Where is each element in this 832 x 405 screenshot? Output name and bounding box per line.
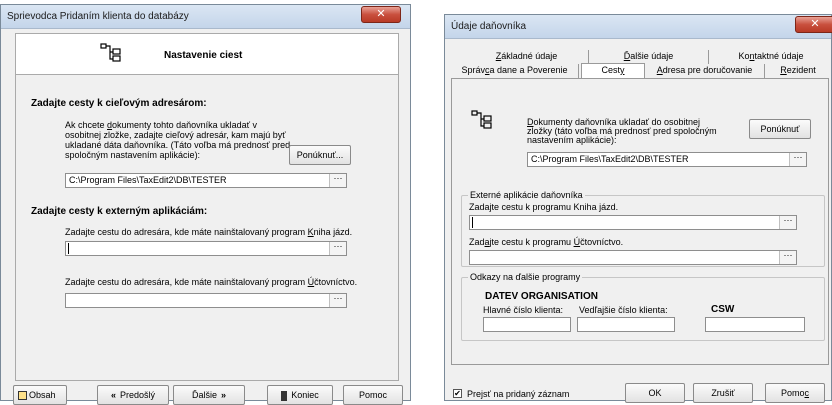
uct-path-input[interactable]: ··· bbox=[65, 293, 347, 308]
taxpayer-dialog: Údaje daňovníka ✕ Základné údaje Ďalšie … bbox=[444, 14, 832, 403]
csw-label: CSW bbox=[711, 304, 735, 315]
wizard-window: Sprievodca Pridaním klienta do databázy … bbox=[0, 4, 411, 405]
wizard-close-button[interactable]: ✕ bbox=[361, 6, 401, 23]
datev-label: DATEV ORGANISATION bbox=[485, 291, 598, 302]
tree-structure-icon bbox=[471, 109, 493, 131]
tab-resident[interactable]: Rezident bbox=[765, 64, 831, 78]
contents-button-label: Obsah bbox=[29, 390, 56, 400]
dialog-offer-button[interactable]: Ponúknuť bbox=[749, 119, 811, 139]
tab-basic-data[interactable]: Základné údaje bbox=[465, 50, 589, 64]
previous-button[interactable]: « Predošlý bbox=[97, 385, 169, 405]
browse-ellipsis-icon[interactable]: ··· bbox=[329, 294, 346, 307]
doc-text-line3: nastavením aplikácie): bbox=[527, 135, 617, 145]
wizard-title: Sprievodca Pridaním klienta do databázy bbox=[7, 11, 189, 22]
browse-ellipsis-icon[interactable]: ··· bbox=[329, 174, 346, 187]
external-section-heading: Zadajte cesty k externým aplikáciám: bbox=[31, 206, 208, 217]
tab-delivery-address[interactable]: Adresa pre doručovanie bbox=[645, 64, 765, 78]
tab-tax-admin[interactable]: Správca dane a Poverenie bbox=[451, 64, 579, 78]
previous-button-label: Predošlý bbox=[120, 390, 156, 400]
uct-path-label: Zadajte cestu do adresára, kde máte nain… bbox=[65, 277, 358, 287]
go-to-added-record-checkbox[interactable]: ✔ bbox=[453, 389, 462, 398]
sub-client-number-input[interactable] bbox=[577, 317, 675, 332]
finish-button-label: Koniec bbox=[291, 390, 319, 400]
finish-button[interactable]: Koniec bbox=[267, 385, 333, 405]
target-description-line4: spoločným nastavením aplikácie): bbox=[65, 150, 201, 160]
main-client-number-label: Hlavné číslo klienta: bbox=[483, 305, 564, 315]
dialog-close-button[interactable]: ✕ bbox=[795, 16, 832, 33]
exit-door-icon bbox=[281, 390, 288, 401]
main-client-number-input[interactable] bbox=[483, 317, 571, 332]
text-cursor bbox=[68, 243, 69, 254]
kniha-path-label: Zadajte cestu do adresára, kde máte nain… bbox=[65, 227, 353, 237]
dialog-path-input[interactable]: C:\Program Files\TaxEdit2\DB\TESTER ··· bbox=[527, 152, 807, 167]
dialog-kniha-input[interactable]: ··· bbox=[469, 215, 797, 230]
browse-ellipsis-icon[interactable]: ··· bbox=[779, 251, 796, 264]
wizard-target-path-value: C:\Program Files\TaxEdit2\DB\TESTER bbox=[69, 175, 227, 185]
dialog-titlebar: Údaje daňovníka ✕ bbox=[445, 15, 832, 39]
target-description-line2: osobitnej zložke, zadajte cieľový adresá… bbox=[65, 130, 286, 140]
book-icon bbox=[18, 391, 27, 401]
tab-contact-data[interactable]: Kontaktné údaje bbox=[709, 50, 832, 64]
cancel-button[interactable]: Zrušiť bbox=[693, 383, 753, 403]
target-description-line3: ukladané dáta daňovníka. (Táto voľba má … bbox=[65, 140, 291, 150]
dialog-help-button[interactable]: Pomoc bbox=[765, 383, 825, 403]
wizard-titlebar: Sprievodca Pridaním klienta do databázy … bbox=[1, 5, 410, 29]
tab-paths[interactable]: Cesty bbox=[581, 63, 645, 79]
target-description-line1: Ak chcete dokumenty tohto daňovníka ukla… bbox=[65, 120, 258, 130]
dialog-title: Údaje daňovníka bbox=[451, 21, 527, 32]
external-apps-group-title: Externé aplikácie daňovníka bbox=[468, 190, 585, 200]
browse-ellipsis-icon[interactable]: ··· bbox=[779, 216, 796, 229]
wizard-target-path-input[interactable]: C:\Program Files\TaxEdit2\DB\TESTER ··· bbox=[65, 173, 347, 188]
double-arrow-left-icon: « bbox=[110, 390, 116, 400]
browse-ellipsis-icon[interactable]: ··· bbox=[329, 242, 346, 255]
text-cursor bbox=[472, 217, 473, 228]
dialog-kniha-label: Zadajte cestu k programu Kniha jázd. bbox=[469, 202, 619, 212]
browse-ellipsis-icon[interactable]: ··· bbox=[789, 153, 806, 166]
wizard-help-button[interactable]: Pomoc bbox=[343, 385, 403, 405]
double-arrow-right-icon: » bbox=[221, 390, 227, 400]
wizard-header-title: Nastavenie ciest bbox=[164, 50, 243, 61]
wizard-offer-button[interactable]: Ponúknuť... bbox=[289, 145, 351, 165]
target-section-heading: Zadajte cesty k cieľovým adresárom: bbox=[31, 98, 207, 109]
kniha-path-input[interactable]: ··· bbox=[65, 241, 347, 256]
go-to-added-record-label: Prejsť na pridaný záznam bbox=[467, 389, 570, 399]
contents-button[interactable]: Obsah bbox=[13, 385, 67, 405]
dialog-uct-input[interactable]: ··· bbox=[469, 250, 797, 265]
checkmark-icon: ✔ bbox=[454, 389, 461, 398]
ok-button[interactable]: OK bbox=[625, 383, 685, 403]
tree-structure-icon bbox=[100, 42, 122, 64]
sub-client-number-label: Vedľajšie číslo klienta: bbox=[579, 305, 668, 315]
csw-input[interactable] bbox=[705, 317, 805, 332]
tab-other-data[interactable]: Ďalšie údaje bbox=[589, 50, 709, 64]
dialog-uct-label: Zadajte cestu k programu Účtovníctvo. bbox=[469, 237, 624, 247]
next-button-label: Ďalšie bbox=[191, 390, 217, 400]
links-group-title: Odkazy na ďalšie programy bbox=[468, 272, 583, 282]
next-button[interactable]: Ďalšie » bbox=[173, 385, 245, 405]
dialog-path-value: C:\Program Files\TaxEdit2\DB\TESTER bbox=[531, 154, 689, 164]
wizard-header-panel: Nastavenie ciest bbox=[15, 33, 399, 75]
